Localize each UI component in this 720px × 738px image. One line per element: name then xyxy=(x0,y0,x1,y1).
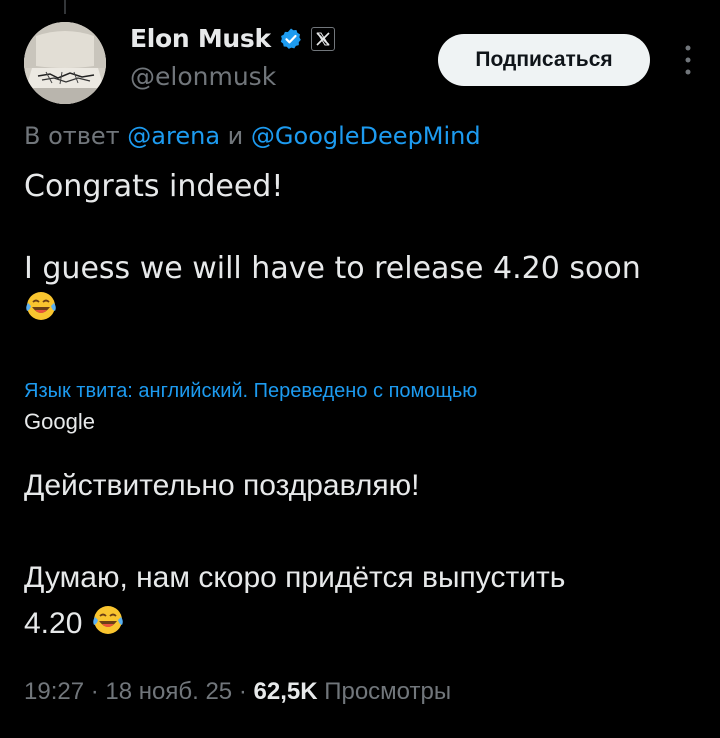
avatar-image xyxy=(24,22,106,104)
meta-separator: · xyxy=(238,678,247,705)
author-handle[interactable]: @elonmusk xyxy=(130,62,276,91)
tweet-time[interactable]: 19:27 xyxy=(24,678,84,705)
subscribe-button[interactable]: Подписаться xyxy=(438,34,650,86)
tweet-line: I guess we will have to release 4.20 soo… xyxy=(24,251,641,286)
thread-connector-line xyxy=(64,0,66,14)
tweet-body: Congrats indeed! I guess we will have to… xyxy=(24,166,696,330)
face-with-tears-of-joy-icon xyxy=(91,603,125,637)
translated-spacer xyxy=(24,509,696,555)
views-label: Просмотры xyxy=(324,678,452,705)
mention-link-googledeepmind[interactable]: @GoogleDeepMind xyxy=(251,122,481,150)
tweet-date[interactable]: 18 нояб. 25 xyxy=(105,678,232,705)
tweet-line: Congrats indeed! xyxy=(24,169,284,204)
more-vertical-icon[interactable] xyxy=(684,40,692,80)
meta-separator: · xyxy=(90,678,99,705)
mention-link-arena[interactable]: @arena xyxy=(127,122,220,150)
face-with-tears-of-joy-icon xyxy=(24,289,58,323)
verified-badge-icon xyxy=(279,27,303,51)
views-count[interactable]: 62,5K xyxy=(254,678,318,705)
tweet-emoji-line xyxy=(24,289,696,330)
x-logo-icon[interactable] xyxy=(310,26,335,51)
reply-prefix: В ответ xyxy=(24,122,120,150)
author-display-name[interactable]: Elon Musk xyxy=(130,24,271,53)
avatar[interactable] xyxy=(24,22,106,104)
tweet-header: Elon Musk @elonmusk Подписаться xyxy=(24,14,696,104)
translation-provider-label: Google xyxy=(24,409,95,434)
tweet-spacer xyxy=(24,207,696,248)
tweet-meta: 19:27 · 18 нояб. 25 · 62,5K Просмотры xyxy=(24,678,451,706)
translated-line: Думаю, нам скоро придётся выпустить xyxy=(24,561,566,594)
translation-note[interactable]: Язык твита: английский. Переведено с пом… xyxy=(24,380,477,403)
reply-to-line: В ответ @arena и @GoogleDeepMind xyxy=(24,122,481,150)
reply-conjunction: и xyxy=(227,122,244,150)
translated-last-line: 4.20 xyxy=(24,601,696,647)
author-name-row: Elon Musk xyxy=(130,24,335,53)
translated-line: 4.20 xyxy=(24,607,83,640)
translated-body: Действительно поздравляю! Думаю, нам ско… xyxy=(24,463,696,647)
translated-line: Действительно поздравляю! xyxy=(24,469,420,502)
